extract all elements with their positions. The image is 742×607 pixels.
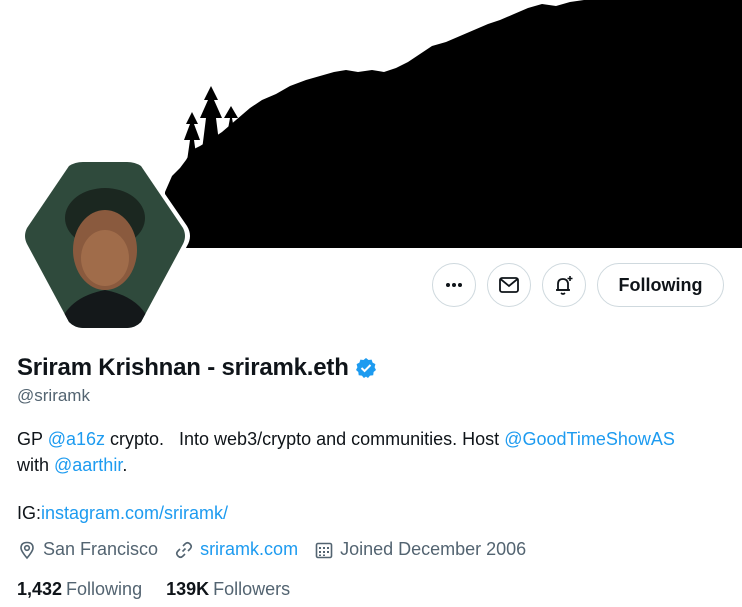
bio-text: GP bbox=[17, 429, 48, 449]
mention-link[interactable]: @a16z bbox=[48, 429, 105, 449]
profile-bio: GP @a16z crypto. Into web3/crypto and co… bbox=[17, 426, 727, 478]
website-item: sriramk.com bbox=[174, 539, 298, 560]
calendar-icon bbox=[315, 542, 333, 558]
website-link[interactable]: sriramk.com bbox=[200, 539, 298, 560]
mail-icon bbox=[499, 277, 519, 293]
location-item: San Francisco bbox=[17, 539, 158, 560]
location-pin-icon bbox=[20, 541, 34, 559]
more-horizontal-icon bbox=[446, 283, 462, 287]
profile-name: Sriram Krishnan - sriramk.eth bbox=[17, 354, 349, 381]
bio-text: . bbox=[122, 455, 128, 475]
profile-handle: @sriramk bbox=[17, 386, 90, 405]
joined-item: Joined December 2006 bbox=[314, 539, 526, 560]
notify-button[interactable] bbox=[542, 263, 586, 307]
link-icon bbox=[176, 541, 193, 558]
profile-stats: 1,432 Following 139K Followers bbox=[17, 579, 314, 600]
followers-stat[interactable]: 139K Followers bbox=[166, 579, 290, 600]
more-button[interactable] bbox=[432, 263, 476, 307]
profile-bio-ig: IG:instagram.com/sriramk/ bbox=[17, 500, 228, 526]
profile-name-row: Sriram Krishnan - sriramk.eth bbox=[17, 354, 377, 382]
following-count: 1,432 bbox=[17, 579, 63, 599]
message-button[interactable] bbox=[487, 263, 531, 307]
instagram-link[interactable]: instagram.com/sriramk/ bbox=[41, 503, 228, 523]
following-label: Following bbox=[66, 579, 143, 599]
location-text: San Francisco bbox=[43, 539, 159, 559]
followers-count: 139K bbox=[166, 579, 210, 599]
profile-actions: Following bbox=[0, 263, 742, 309]
followers-label: Followers bbox=[213, 579, 291, 599]
mention-link[interactable]: @aarthir bbox=[54, 455, 122, 475]
bio-text: IG: bbox=[17, 503, 42, 523]
bio-text: crypto. Into web3/crypto and communities… bbox=[105, 429, 505, 449]
following-button[interactable]: Following bbox=[597, 263, 724, 307]
joined-text: Joined December 2006 bbox=[340, 539, 527, 559]
profile-meta: San Francisco sriramk.com Joined Decembe… bbox=[17, 539, 542, 560]
bell-plus-icon bbox=[556, 276, 573, 295]
bio-text: with bbox=[17, 455, 55, 475]
following-stat[interactable]: 1,432 Following bbox=[17, 579, 142, 600]
verified-badge-icon[interactable] bbox=[355, 357, 377, 379]
mention-link[interactable]: @GoodTimeShowAS bbox=[504, 429, 675, 449]
